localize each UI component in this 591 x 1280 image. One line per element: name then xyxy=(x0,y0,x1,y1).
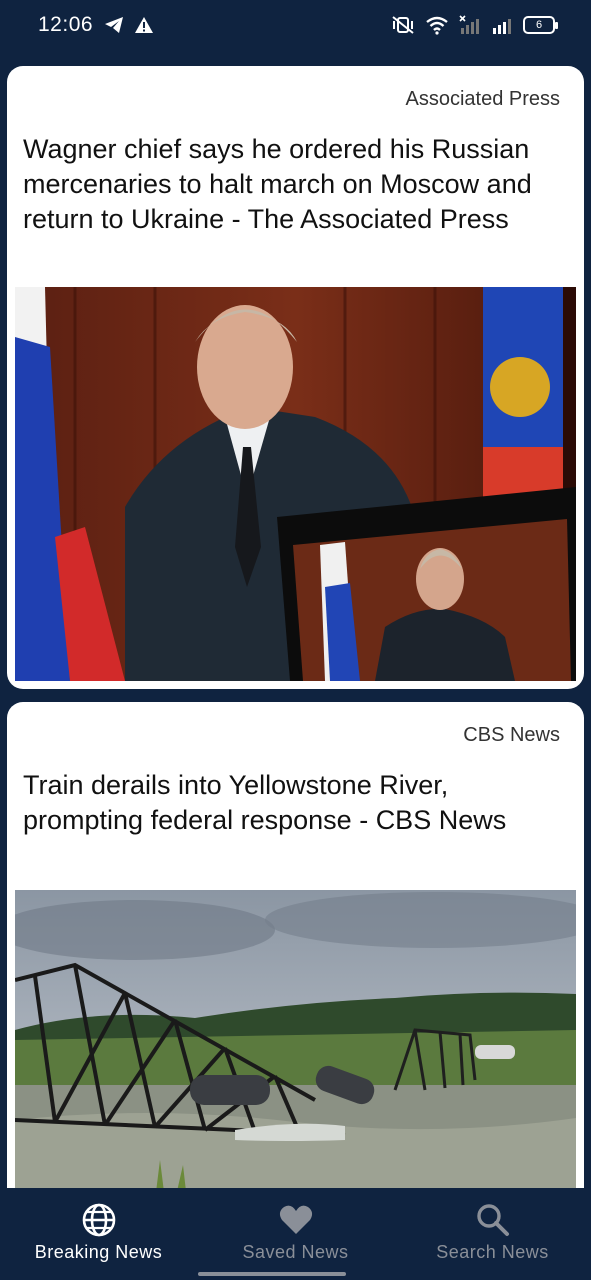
telegram-icon xyxy=(104,16,124,34)
gesture-handle[interactable] xyxy=(198,1272,346,1276)
mute-vibrate-icon xyxy=(391,15,415,35)
wifi-icon xyxy=(425,15,449,35)
globe-icon xyxy=(0,1202,197,1238)
nav-breaking-news[interactable]: Breaking News xyxy=(0,1202,197,1263)
bottom-navigation: Breaking News Saved News Search News xyxy=(0,1188,591,1280)
article-card[interactable]: Associated Press Wagner chief says he or… xyxy=(7,66,584,689)
article-image xyxy=(15,287,576,681)
battery-icon: 6 xyxy=(523,16,558,34)
status-left-icons xyxy=(104,16,154,34)
signal-x-icon xyxy=(459,15,481,35)
article-source: CBS News xyxy=(463,724,560,746)
heart-icon xyxy=(197,1202,394,1238)
article-image xyxy=(15,890,576,1188)
article-title: Wagner chief says he ordered his Russian… xyxy=(23,134,532,234)
signal-icon xyxy=(491,15,513,35)
train-bridge-collapse-photo xyxy=(15,890,576,1188)
putin-address-photo xyxy=(15,287,576,681)
status-right-icons: 6 xyxy=(391,15,558,35)
status-bar: 12:06 6 xyxy=(0,0,591,52)
warning-icon xyxy=(134,16,154,34)
news-feed[interactable]: Associated Press Wagner chief says he or… xyxy=(0,52,591,1188)
search-icon xyxy=(394,1202,591,1238)
article-source: Associated Press xyxy=(405,88,560,110)
status-time: 12:06 xyxy=(38,13,94,36)
nav-search-news[interactable]: Search News xyxy=(394,1202,591,1263)
nav-saved-news[interactable]: Saved News xyxy=(197,1202,394,1263)
nav-label: Breaking News xyxy=(34,1242,163,1262)
nav-label: Saved News xyxy=(242,1242,349,1262)
article-card[interactable]: CBS News Train derails into Yellowstone … xyxy=(7,702,584,1188)
article-title: Train derails into Yellowstone River, pr… xyxy=(23,770,507,835)
nav-label: Search News xyxy=(436,1242,549,1262)
